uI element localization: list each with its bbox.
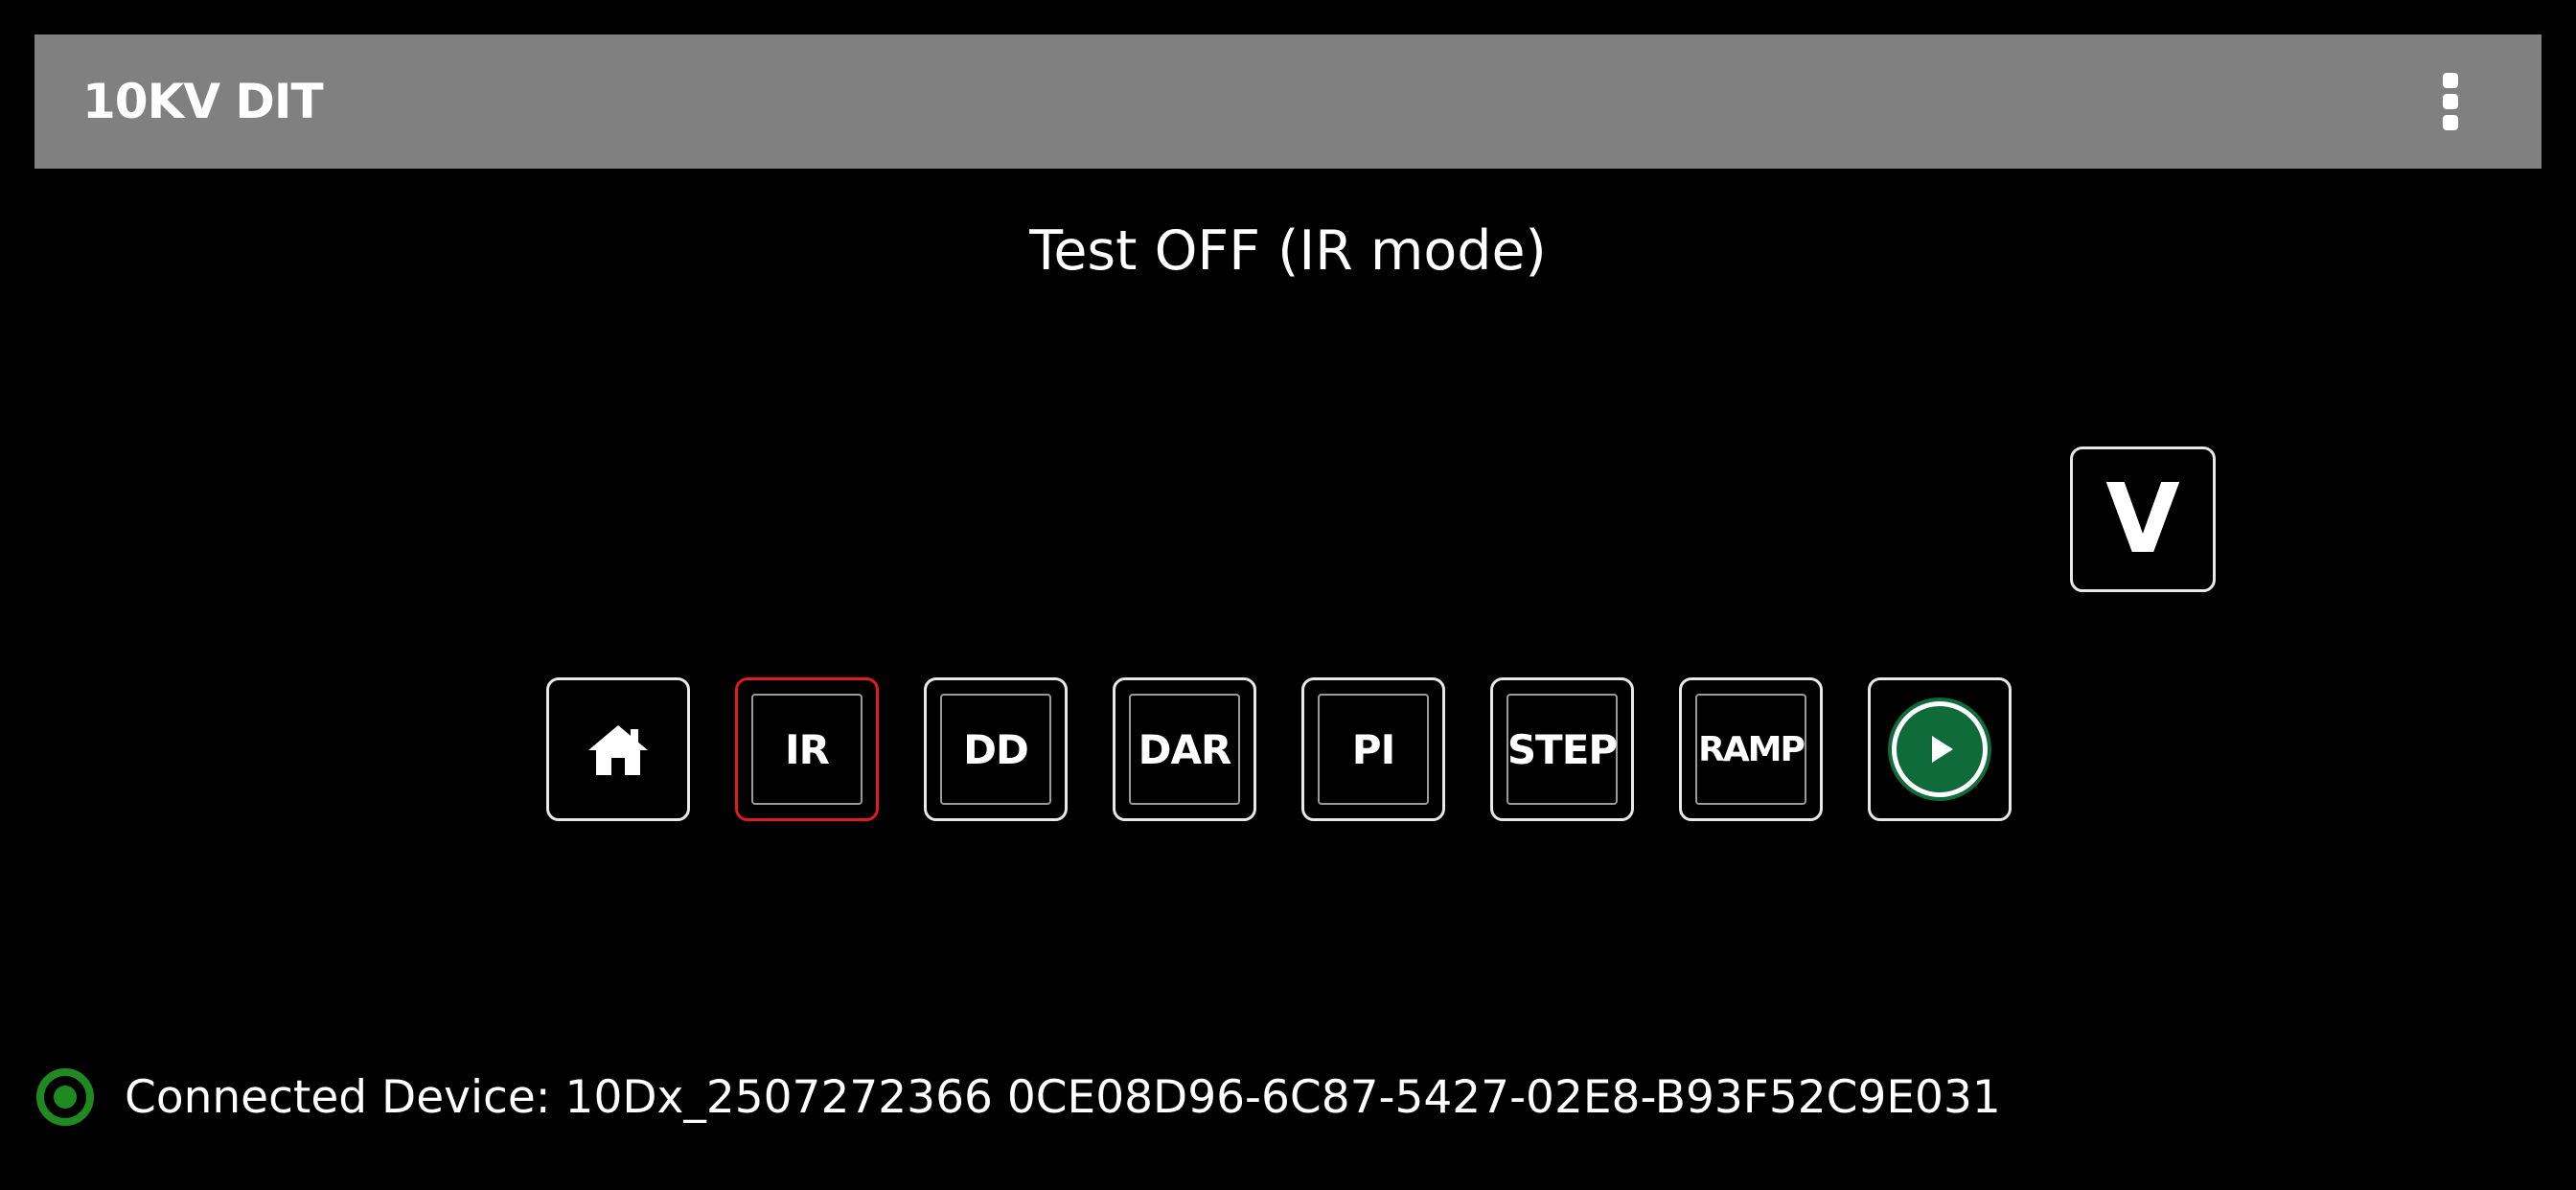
dar-mode-label: DAR (1129, 694, 1240, 805)
play-icon (1932, 736, 1953, 763)
voltage-button[interactable]: V (2070, 446, 2216, 592)
step-mode-button[interactable]: STEP (1490, 677, 1634, 821)
more-vert-icon[interactable] (2426, 71, 2474, 132)
start-test-button[interactable] (1868, 677, 2012, 821)
ir-mode-label: IR (751, 694, 862, 805)
radio-connected-icon (36, 1068, 94, 1126)
play-circle (1892, 701, 1988, 797)
connection-status: Connected Device: 10Dx_2507272366 0CE08D… (34, 1064, 2001, 1131)
home-icon (588, 725, 648, 775)
dar-mode-button[interactable]: DAR (1113, 677, 1256, 821)
ir-mode-button[interactable]: IR (735, 677, 879, 821)
pi-mode-label: PI (1318, 694, 1429, 805)
home-button[interactable] (546, 677, 690, 821)
dd-mode-label: DD (940, 694, 1051, 805)
app-title: 10KV DIT (82, 74, 324, 129)
connected-device-text: Connected Device: 10Dx_2507272366 0CE08D… (125, 1070, 2001, 1124)
voltage-button-label: V (2105, 463, 2180, 575)
ramp-mode-button[interactable]: RAMP (1679, 677, 1823, 821)
app-bar: 10KV DIT (34, 34, 2542, 169)
test-status-text: Test OFF (IR mode) (1029, 219, 1547, 283)
step-mode-label: STEP (1506, 694, 1618, 805)
ramp-mode-label: RAMP (1695, 694, 1806, 805)
pi-mode-button[interactable]: PI (1301, 677, 1445, 821)
dd-mode-button[interactable]: DD (924, 677, 1068, 821)
